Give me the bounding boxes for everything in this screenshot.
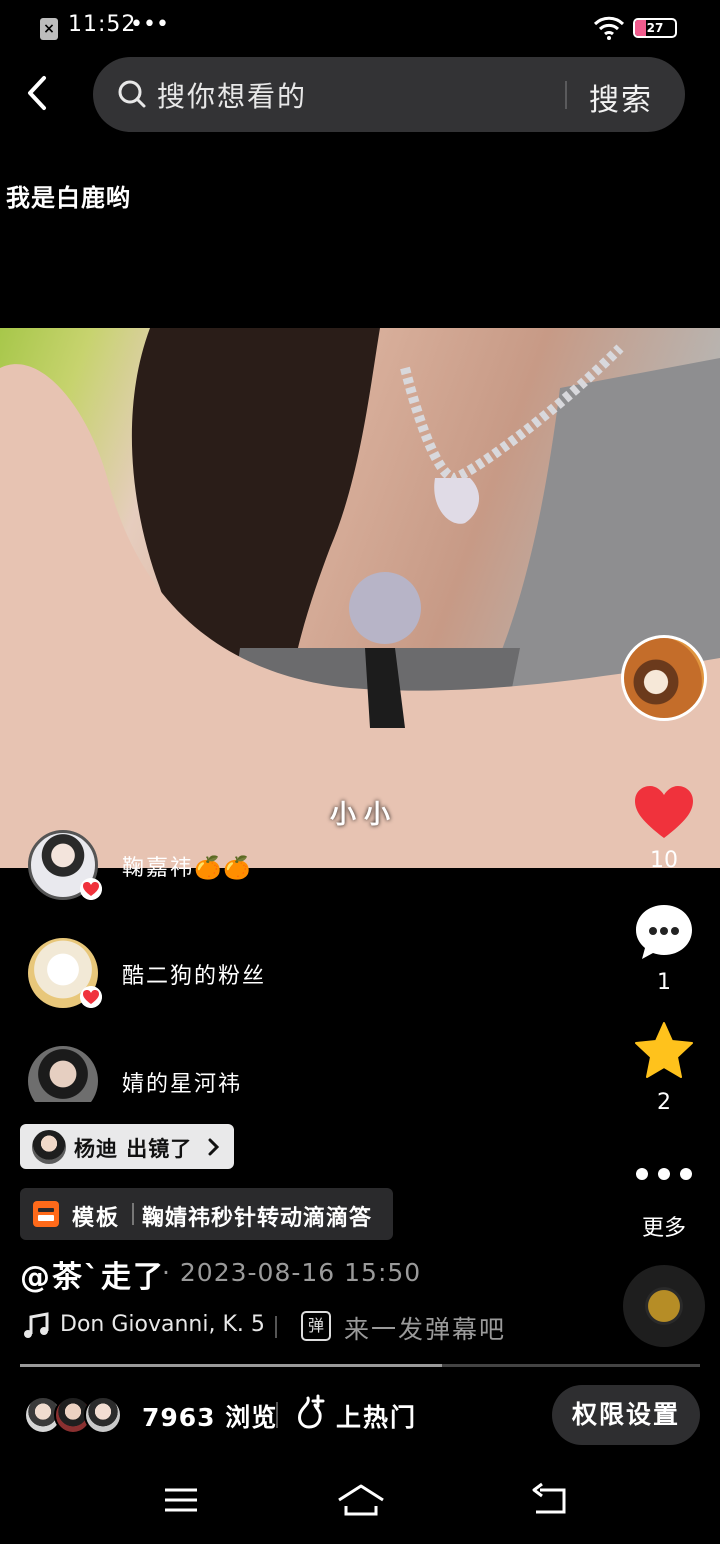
favorite-count: 2: [657, 1090, 671, 1115]
search-bar[interactable]: 搜你想看的 搜索: [93, 57, 685, 132]
music-title[interactable]: Don Giovanni, K. 5: [60, 1312, 265, 1337]
avatar[interactable]: [28, 1046, 98, 1102]
status-bar: × 11:52 ••• 27: [0, 0, 720, 56]
liker-item[interactable]: 婧的星河祎: [28, 1046, 448, 1102]
wifi-icon: [593, 16, 625, 40]
stats-divider: [276, 1402, 278, 1428]
heart-badge-icon: [80, 878, 102, 900]
view-count: 7963 浏览: [142, 1403, 278, 1432]
search-button[interactable]: 搜索: [589, 75, 653, 119]
liker-item[interactable]: 鞠嘉祎🍊🍊: [28, 830, 448, 900]
notification-icon: ×: [40, 18, 58, 40]
post-caption: 我是白鹿哟: [6, 184, 131, 212]
template-icon: [33, 1201, 59, 1227]
post-time: · 2023-08-16 15:50: [162, 1258, 422, 1287]
viewer-avatar: [84, 1396, 122, 1434]
person-tag[interactable]: 杨迪 出镜了: [20, 1124, 234, 1169]
music-note-icon: [24, 1312, 49, 1338]
battery-level: 27: [646, 21, 664, 35]
heart-badge-icon: [80, 986, 102, 1008]
progress-bar[interactable]: [20, 1364, 700, 1367]
heart-icon[interactable]: [633, 784, 695, 840]
menu-icon[interactable]: [163, 1482, 199, 1518]
like-count: 10: [650, 848, 678, 873]
progress-fill: [20, 1364, 442, 1367]
chevron-right-icon: [208, 1138, 220, 1156]
comment-count: 1: [657, 970, 671, 995]
template-label: 模板: [72, 1206, 121, 1231]
liker-name: 婧的星河祎: [122, 1072, 243, 1097]
hot-icon[interactable]: [294, 1394, 326, 1430]
star-icon[interactable]: [634, 1021, 694, 1079]
back-icon: [28, 76, 46, 110]
more-icon[interactable]: [634, 1164, 694, 1184]
video-player[interactable]: [0, 328, 720, 868]
template-divider: [132, 1203, 134, 1225]
template-name: 鞠婧祎秒针转动滴滴答: [142, 1206, 373, 1231]
more-label[interactable]: 更多: [624, 1210, 704, 1242]
video-subtitle: 小小: [330, 800, 399, 830]
template-tag[interactable]: 模板 鞠婧祎秒针转动滴滴答: [20, 1188, 393, 1240]
liker-name: 酷二狗的粉丝: [122, 964, 267, 989]
liker-name: 鞠嘉祎🍊🍊: [122, 856, 253, 881]
home-icon[interactable]: [336, 1482, 386, 1518]
status-time: 11:52: [68, 12, 137, 37]
search-input[interactable]: 搜你想看的: [157, 75, 307, 115]
permission-settings-button[interactable]: 权限设置: [552, 1385, 700, 1445]
back-nav-icon[interactable]: [530, 1482, 568, 1518]
music-divider: [275, 1316, 277, 1338]
avatar: [32, 1130, 66, 1164]
status-dots: •••: [130, 12, 169, 37]
battery-icon: 27: [633, 18, 677, 38]
danmu-icon: 弹: [301, 1311, 331, 1341]
search-icon: [118, 80, 146, 108]
author-avatar[interactable]: [621, 635, 707, 721]
video-frame: [0, 328, 720, 868]
hot-button[interactable]: 上热门: [336, 1398, 417, 1434]
back-button[interactable]: [18, 70, 58, 116]
comment-icon[interactable]: [634, 903, 694, 961]
person-tag-label: 杨迪 出镜了: [74, 1137, 193, 1161]
search-divider: [565, 81, 567, 109]
author-name[interactable]: @茶`走了: [20, 1252, 165, 1296]
music-disc[interactable]: [623, 1265, 705, 1347]
danmu-input[interactable]: 来一发弹幕吧: [344, 1310, 506, 1346]
liker-item[interactable]: 酷二狗的粉丝: [28, 938, 448, 1008]
